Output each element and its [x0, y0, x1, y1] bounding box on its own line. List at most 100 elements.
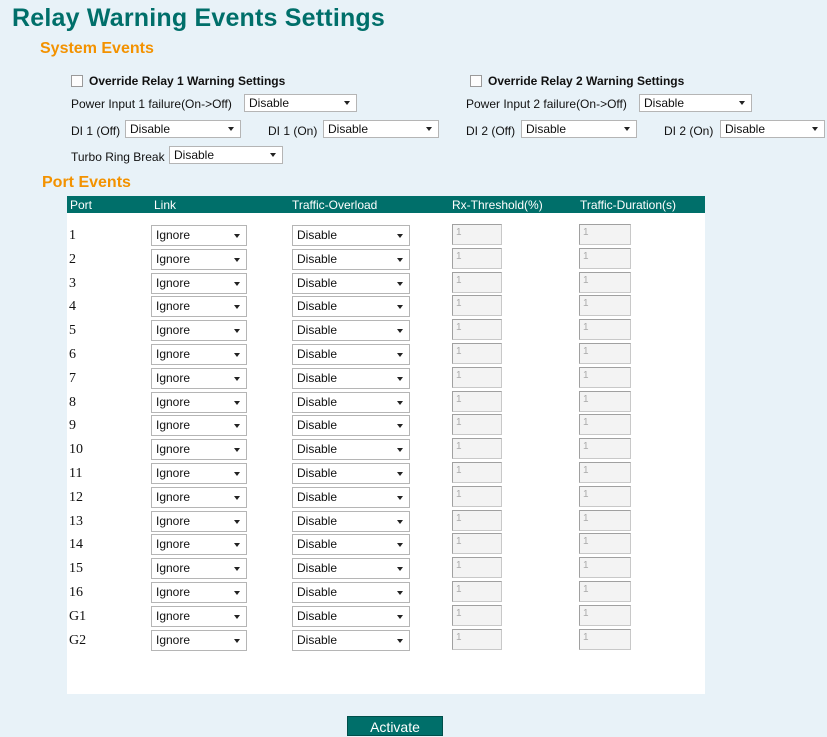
di2-off-select[interactable]: Disable — [521, 120, 637, 138]
traffic-overload-select[interactable]: Disable — [292, 392, 410, 413]
power-input1-select[interactable]: Disable — [244, 94, 357, 112]
link-select[interactable]: Ignore — [151, 392, 247, 413]
link-select[interactable]: Ignore — [151, 368, 247, 389]
link-select[interactable]: Ignore — [151, 320, 247, 341]
chevron-down-icon — [234, 305, 240, 309]
rx-threshold-input[interactable]: 1 — [452, 533, 502, 554]
traffic-duration-input[interactable]: 1 — [579, 462, 631, 483]
rx-threshold-input[interactable]: 1 — [452, 343, 502, 364]
traffic-duration-input[interactable]: 1 — [579, 414, 631, 435]
traffic-overload-select[interactable]: Disable — [292, 582, 410, 603]
rx-threshold-input[interactable]: 1 — [452, 557, 502, 578]
link-select[interactable]: Ignore — [151, 344, 247, 365]
override-relay2-checkbox[interactable] — [470, 75, 482, 87]
rx-threshold-input[interactable]: 1 — [452, 486, 502, 507]
traffic-duration-input[interactable]: 1 — [579, 533, 631, 554]
port-cell: 12 — [69, 490, 83, 505]
traffic-duration-input[interactable]: 1 — [579, 605, 631, 626]
link-select[interactable]: Ignore — [151, 558, 247, 579]
traffic-overload-select[interactable]: Disable — [292, 463, 410, 484]
rx-threshold-input[interactable]: 1 — [452, 438, 502, 459]
override-relay1-option[interactable]: Override Relay 1 Warning Settings — [71, 74, 285, 88]
di2-on-value: Disable — [725, 122, 766, 136]
link-value: Ignore — [156, 561, 191, 575]
traffic-duration-input[interactable]: 1 — [579, 438, 631, 459]
link-select[interactable]: Ignore — [151, 249, 247, 270]
power-input2-select[interactable]: Disable — [639, 94, 752, 112]
link-value: Ignore — [156, 276, 191, 290]
traffic-duration-input[interactable]: 1 — [579, 224, 631, 245]
link-select[interactable]: Ignore — [151, 463, 247, 484]
traffic-duration-input[interactable]: 1 — [579, 510, 631, 531]
link-select[interactable]: Ignore — [151, 439, 247, 460]
traffic-duration-input[interactable]: 1 — [579, 295, 631, 316]
chevron-down-icon — [397, 329, 403, 333]
chevron-down-icon — [344, 101, 350, 105]
link-select[interactable]: Ignore — [151, 225, 247, 246]
override-relay1-checkbox[interactable] — [71, 75, 83, 87]
table-row: 14 Ignore Disable 1 1 — [67, 533, 705, 557]
traffic-duration-input[interactable]: 1 — [579, 391, 631, 412]
link-select[interactable]: Ignore — [151, 273, 247, 294]
link-select[interactable]: Ignore — [151, 415, 247, 436]
link-select[interactable]: Ignore — [151, 606, 247, 627]
rx-threshold-input[interactable]: 1 — [452, 510, 502, 531]
link-value: Ignore — [156, 371, 191, 385]
rx-threshold-input[interactable]: 1 — [452, 367, 502, 388]
chevron-down-icon — [234, 448, 240, 452]
link-select[interactable]: Ignore — [151, 630, 247, 651]
link-select[interactable]: Ignore — [151, 582, 247, 603]
rx-threshold-input[interactable]: 1 — [452, 295, 502, 316]
rx-threshold-input[interactable]: 1 — [452, 319, 502, 340]
rx-threshold-input[interactable]: 1 — [452, 629, 502, 650]
traffic-overload-select[interactable]: Disable — [292, 415, 410, 436]
traffic-duration-input[interactable]: 1 — [579, 581, 631, 602]
traffic-overload-select[interactable]: Disable — [292, 606, 410, 627]
link-select[interactable]: Ignore — [151, 296, 247, 317]
activate-button[interactable]: Activate — [347, 716, 443, 736]
traffic-duration-input[interactable]: 1 — [579, 367, 631, 388]
di1-off-select[interactable]: Disable — [125, 120, 241, 138]
traffic-overload-select[interactable]: Disable — [292, 558, 410, 579]
di2-on-select[interactable]: Disable — [720, 120, 825, 138]
traffic-duration-input[interactable]: 1 — [579, 343, 631, 364]
traffic-duration-input[interactable]: 1 — [579, 248, 631, 269]
rx-threshold-input[interactable]: 1 — [452, 605, 502, 626]
traffic-overload-select[interactable]: Disable — [292, 630, 410, 651]
power-input1-label: Power Input 1 failure(On->Off) — [71, 97, 232, 111]
traffic-overload-select[interactable]: Disable — [292, 249, 410, 270]
turbo-ring-break-select[interactable]: Disable — [169, 146, 283, 164]
port-cell: G1 — [69, 609, 87, 624]
chevron-down-icon — [234, 567, 240, 571]
traffic-duration-input[interactable]: 1 — [579, 557, 631, 578]
rx-threshold-input[interactable]: 1 — [452, 462, 502, 483]
rx-threshold-input[interactable]: 1 — [452, 248, 502, 269]
override-relay2-option[interactable]: Override Relay 2 Warning Settings — [470, 74, 684, 88]
traffic-overload-select[interactable]: Disable — [292, 368, 410, 389]
link-select[interactable]: Ignore — [151, 534, 247, 555]
link-select[interactable]: Ignore — [151, 511, 247, 532]
traffic-overload-select[interactable]: Disable — [292, 320, 410, 341]
port-cell: 3 — [69, 276, 76, 291]
traffic-duration-input[interactable]: 1 — [579, 629, 631, 650]
traffic-overload-select[interactable]: Disable — [292, 225, 410, 246]
traffic-overload-select[interactable]: Disable — [292, 439, 410, 460]
rx-threshold-input[interactable]: 1 — [452, 414, 502, 435]
traffic-overload-select[interactable]: Disable — [292, 511, 410, 532]
traffic-duration-input[interactable]: 1 — [579, 486, 631, 507]
traffic-overload-select[interactable]: Disable — [292, 487, 410, 508]
traffic-overload-select[interactable]: Disable — [292, 344, 410, 365]
traffic-overload-select[interactable]: Disable — [292, 296, 410, 317]
rx-threshold-input[interactable]: 1 — [452, 272, 502, 293]
link-select[interactable]: Ignore — [151, 487, 247, 508]
traffic-overload-select[interactable]: Disable — [292, 534, 410, 555]
traffic-duration-input[interactable]: 1 — [579, 319, 631, 340]
traffic-overload-select[interactable]: Disable — [292, 273, 410, 294]
rx-threshold-input[interactable]: 1 — [452, 224, 502, 245]
rx-threshold-input[interactable]: 1 — [452, 391, 502, 412]
system-events-title: System Events — [40, 40, 154, 57]
di1-on-select[interactable]: Disable — [323, 120, 439, 138]
rx-threshold-input[interactable]: 1 — [452, 581, 502, 602]
table-row: 3 Ignore Disable 1 1 — [67, 272, 705, 296]
traffic-duration-input[interactable]: 1 — [579, 272, 631, 293]
